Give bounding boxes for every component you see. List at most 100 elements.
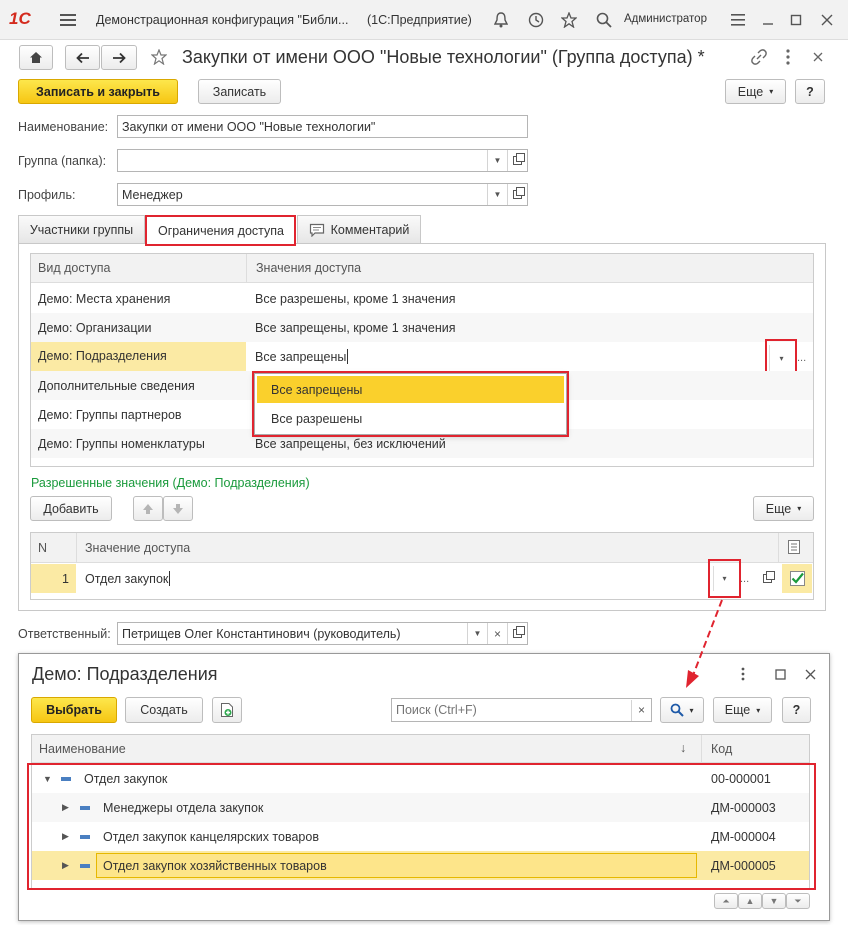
select-button[interactable]: Выбрать — [31, 697, 117, 723]
scroll-top-button[interactable]: ⏶ — [714, 893, 738, 909]
header-code[interactable]: Код — [711, 742, 732, 756]
row-number-cell: 1 — [31, 564, 76, 593]
group-label: Группа (папка): — [18, 154, 107, 168]
open-icon[interactable] — [759, 570, 775, 586]
header-access-values: Значения доступа — [256, 261, 362, 275]
home-button[interactable] — [19, 45, 53, 70]
arrow-right-icon — [113, 52, 126, 63]
table-row-selected[interactable]: Демо: Подразделения Все запрещены — [31, 342, 813, 371]
user-name[interactable]: Администратор — [624, 13, 707, 25]
favorite-star-icon[interactable] — [149, 47, 169, 67]
more-button[interactable]: Еще ▾ — [725, 79, 786, 104]
save-button[interactable]: Записать — [198, 79, 281, 104]
access-value: Все запрещены, кроме 1 значения — [255, 320, 456, 335]
highlight-frame-tab — [145, 215, 296, 246]
move-up-button[interactable] — [133, 496, 163, 521]
checkbox-checked[interactable] — [782, 564, 812, 593]
header-name[interactable]: Наименование — [39, 742, 126, 756]
home-icon — [30, 52, 42, 63]
search-field[interactable]: × — [391, 698, 652, 722]
copy-button[interactable] — [212, 697, 242, 723]
text-cursor — [169, 571, 171, 586]
table-row[interactable]: Демо: Организации Все запрещены, кроме 1… — [31, 313, 813, 342]
maximize-icon[interactable] — [786, 10, 806, 30]
search-button[interactable]: ▾ — [660, 697, 704, 723]
chevron-down-icon: ▾ — [756, 705, 761, 715]
open-icon[interactable] — [507, 184, 527, 205]
more-vertical-icon[interactable] — [778, 47, 798, 67]
add-button[interactable]: Добавить — [30, 496, 112, 521]
star-icon[interactable] — [559, 10, 579, 30]
access-value-editing[interactable]: Отдел закупок — [77, 564, 778, 593]
name-value: Закупки от имени ООО "Новые технологии" — [122, 119, 376, 134]
scroll-bottom-button[interactable]: ⏷ — [786, 893, 810, 909]
menu-icon[interactable] — [58, 10, 78, 30]
link-icon[interactable] — [749, 47, 769, 67]
popup-close-icon[interactable] — [802, 665, 818, 683]
clear-search-icon[interactable]: × — [631, 699, 651, 721]
row-ellipsis[interactable]: ... — [740, 573, 749, 585]
access-value-editing[interactable]: Все запрещены — [246, 343, 813, 370]
doc-close-icon[interactable] — [808, 47, 828, 67]
pointer-arrow — [686, 599, 723, 688]
help-button[interactable]: ? — [795, 79, 825, 104]
minimize-icon[interactable] — [758, 10, 778, 30]
name-field[interactable]: Закупки от имени ООО "Новые технологии" — [117, 115, 528, 138]
search-icon[interactable] — [594, 10, 614, 30]
header-divider — [701, 735, 702, 763]
responsible-field[interactable]: Петрищев Олег Константинович (руководите… — [117, 622, 528, 645]
open-icon[interactable] — [507, 623, 527, 644]
name-label: Наименование: — [18, 120, 109, 134]
save-close-button[interactable]: Записать и закрыть — [18, 79, 178, 104]
profile-label: Профиль: — [18, 188, 76, 202]
highlight-frame-value-dropdown — [708, 559, 741, 598]
close-icon[interactable] — [817, 10, 837, 30]
create-button[interactable]: Создать — [125, 697, 203, 723]
header-access-value: Значение доступа — [85, 541, 191, 555]
scroll-up-button[interactable]: ▲ — [738, 893, 762, 909]
highlight-frame-options — [252, 371, 569, 437]
chevron-down-icon[interactable]: ▼ — [467, 623, 487, 644]
popup-maximize-icon[interactable] — [772, 665, 788, 683]
history-icon[interactable] — [526, 10, 546, 30]
table-row[interactable]: Демо: Места хранения Все разрешены, кром… — [31, 284, 813, 313]
copy-document-icon — [221, 703, 233, 717]
allowed-more-button[interactable]: Еще ▾ — [753, 496, 814, 521]
chevron-down-icon[interactable]: ▼ — [487, 150, 507, 171]
access-value: Все запрещены, без исключений — [255, 436, 446, 451]
user-menu-icon[interactable] — [728, 10, 748, 30]
header-n: N — [38, 541, 48, 555]
bell-icon[interactable] — [491, 10, 511, 30]
more-button-label: Еще — [737, 84, 764, 99]
group-field[interactable]: ▼ — [117, 149, 528, 172]
chevron-down-icon: ▾ — [689, 705, 694, 715]
chevron-down-icon[interactable]: ▼ — [487, 184, 507, 205]
access-value: Все разрешены, кроме 1 значения — [255, 291, 456, 306]
more-label: Еще — [724, 703, 751, 717]
clear-icon[interactable]: × — [487, 623, 507, 644]
app-logo[interactable]: 1С — [9, 9, 31, 29]
move-down-button[interactable] — [163, 496, 193, 521]
tab-members[interactable]: Участники группы — [18, 215, 145, 243]
forward-button[interactable] — [101, 45, 137, 70]
popup-help-button[interactable]: ? — [782, 697, 811, 723]
tab-comment-label: Комментарий — [330, 222, 410, 237]
profile-field[interactable]: Менеджер ▼ — [117, 183, 528, 206]
open-icon[interactable] — [507, 150, 527, 171]
profile-value: Менеджер — [122, 187, 183, 202]
chevron-down-icon: ▾ — [769, 87, 774, 96]
popup-title: Демо: Подразделения — [32, 664, 218, 684]
tab-comment[interactable]: Комментарий — [297, 215, 421, 243]
search-input[interactable] — [392, 703, 631, 717]
popup-more-button[interactable]: Еще ▾ — [713, 697, 772, 723]
access-value: Все запрещены — [255, 349, 347, 364]
chevron-down-icon: ▾ — [797, 504, 802, 513]
scroll-down-button[interactable]: ▼ — [762, 893, 786, 909]
row-ellipsis[interactable]: ... — [797, 352, 806, 364]
back-button[interactable] — [65, 45, 100, 70]
sort-arrow-icon[interactable]: ↓ — [680, 741, 686, 755]
header-divider — [246, 254, 247, 283]
popup-more-icon[interactable] — [735, 664, 751, 684]
responsible-value: Петрищев Олег Константинович (руководите… — [122, 626, 401, 641]
arrow-down-icon — [173, 503, 183, 514]
